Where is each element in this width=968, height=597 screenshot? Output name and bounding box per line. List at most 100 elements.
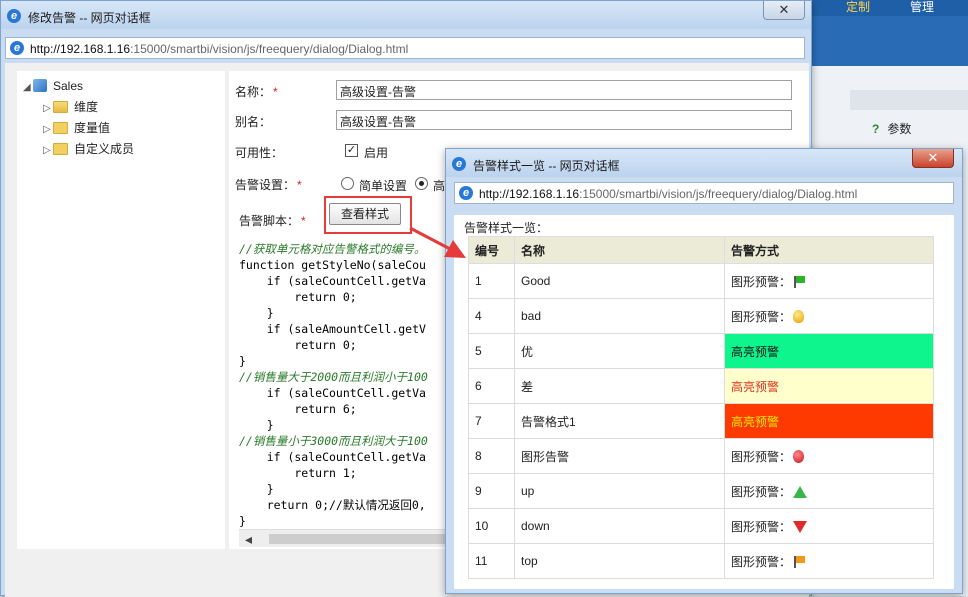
cell-name: down <box>514 508 725 544</box>
alert-style-table: 编号 名称 告警方式 1 Good 图形预警： 4 bad 图形预警： 5 优高亮预警 6 差高亮… <box>468 236 934 579</box>
tree-node-custom-member[interactable]: ▷ 自定义成员 <box>43 140 134 158</box>
background-header <box>812 16 968 66</box>
column-header-name: 名称 <box>514 236 725 264</box>
table-header-row: 编号 名称 告警方式 <box>468 236 934 264</box>
ie-icon: e <box>452 157 466 171</box>
name-input[interactable]: 高级设置-告警 <box>336 80 792 100</box>
dimension-tree: ◢ Sales ▷ 维度 ▷ 度量值 ▷ 自定义成员 <box>17 71 225 549</box>
advanced-setting-radio[interactable] <box>415 177 428 190</box>
name-label: 名称： * <box>235 85 278 99</box>
alias-input[interactable]: 高级设置-告警 <box>336 110 792 130</box>
tree-node-measure[interactable]: ▷ 度量值 <box>43 119 110 137</box>
expand-arrow-icon[interactable]: ▷ <box>43 142 53 160</box>
table-row[interactable]: 5 优高亮预警 <box>468 333 934 369</box>
orange-flag-icon <box>793 555 806 568</box>
cell-mode: 图形预警： <box>724 298 934 334</box>
advanced-setting-label: 高 <box>433 179 446 193</box>
tree-node-sales[interactable]: ◢ Sales <box>23 77 83 95</box>
close-button[interactable]: ✕ <box>912 149 954 168</box>
expand-arrow-icon[interactable]: ▷ <box>43 121 53 139</box>
mode-text: 高亮预警 <box>731 344 780 359</box>
down-arrow-icon <box>793 520 808 533</box>
address-bar: e http://192.168.1.16:15000/smartbi/visi… <box>454 182 954 204</box>
table-row[interactable]: 7 告警格式1 高亮预警 <box>468 403 934 439</box>
cell-mode: 图形预警： <box>724 543 934 579</box>
question-icon: ? <box>872 122 880 136</box>
column-header-no: 编号 <box>468 236 515 264</box>
expand-arrow-icon[interactable]: ▷ <box>43 100 53 118</box>
mode-text: 图形预警： <box>731 309 792 324</box>
mode-text: 图形预警： <box>731 274 792 289</box>
mode-text: 高亮预警 <box>731 379 780 394</box>
cell-no: 5 <box>468 333 515 369</box>
cell-mode: 高亮预警 <box>724 368 934 404</box>
cell-no: 7 <box>468 403 515 439</box>
scroll-left-icon[interactable]: ◂ <box>245 531 252 548</box>
table-row[interactable]: 10 down 图形预警： <box>468 508 934 544</box>
table-row[interactable]: 4 bad 图形预警： <box>468 298 934 334</box>
cell-no: 9 <box>468 473 515 509</box>
cell-no: 8 <box>468 438 515 474</box>
horizontal-scrollbar[interactable]: ◂ <box>239 529 465 547</box>
alert-style-dialog: e 告警样式一览 -- 网页对话框 ✕ e http://192.168.1.1… <box>445 148 963 594</box>
cell-name: up <box>514 473 725 509</box>
alert-script-label: 告警脚本： * <box>239 214 306 228</box>
simple-setting-radio[interactable] <box>341 177 354 190</box>
ie-icon: e <box>10 41 24 55</box>
highlight-box <box>324 196 412 234</box>
enabled-checkbox[interactable]: ✓ <box>345 144 358 157</box>
cell-name: 优 <box>514 333 725 369</box>
cell-name: 差 <box>514 368 725 404</box>
address-url: http://192.168.1.16:15000/smartbi/vision… <box>479 187 858 201</box>
mode-text: 图形预警： <box>731 554 792 569</box>
close-button[interactable]: ✕ <box>763 1 805 20</box>
cell-mode: 图形预警： <box>724 473 934 509</box>
scroll-thumb[interactable] <box>269 534 459 544</box>
table-row[interactable]: 1 Good 图形预警： <box>468 263 934 299</box>
address-url: http://192.168.1.16:15000/smartbi/vision… <box>30 42 409 56</box>
up-arrow-icon <box>793 485 808 498</box>
cell-no: 10 <box>468 508 515 544</box>
cell-name: 告警格式1 <box>514 403 725 439</box>
folder-icon <box>53 143 68 155</box>
alert-setting-label: 告警设置： * <box>235 178 302 192</box>
availability-label: 可用性： <box>235 146 284 160</box>
lightbulb-icon <box>793 309 805 323</box>
ie-icon: e <box>459 186 473 200</box>
cell-mode: 图形预警： <box>724 263 934 299</box>
cell-mode: 高亮预警 <box>724 403 934 439</box>
green-flag-icon <box>793 275 806 288</box>
cell-name: Good <box>514 263 725 299</box>
cell-name: 图形告警 <box>514 438 725 474</box>
red-pin-icon <box>793 449 805 463</box>
cell-name: top <box>514 543 725 579</box>
address-bar: e http://192.168.1.16:15000/smartbi/visi… <box>5 37 805 59</box>
parameter-item[interactable]: ? 参数 <box>872 120 911 137</box>
mode-text: 图形预警： <box>731 449 792 464</box>
tree-node-dimension[interactable]: ▷ 维度 <box>43 98 98 116</box>
table-row[interactable]: 9 up 图形预警： <box>468 473 934 509</box>
cube-icon <box>33 79 47 92</box>
cell-no: 6 <box>468 368 515 404</box>
collapse-arrow-icon[interactable]: ◢ <box>23 79 33 97</box>
alert-style-titlebar[interactable]: e 告警样式一览 -- 网页对话框 ✕ <box>446 149 962 177</box>
manage-menu[interactable]: 管理 <box>910 0 934 14</box>
cell-no: 11 <box>468 543 515 579</box>
cell-no: 4 <box>468 298 515 334</box>
simple-setting-label: 简单设置 <box>359 179 408 193</box>
mode-text: 图形预警： <box>731 519 792 534</box>
enabled-label: 启用 <box>364 146 389 160</box>
table-row[interactable]: 6 差高亮预警 <box>468 368 934 404</box>
background-strip <box>850 90 968 110</box>
alert-style-client: 告警样式一览： 编号 名称 告警方式 1 Good 图形预警： 4 bad 图形预警： 5 优… <box>454 215 954 589</box>
list-title: 告警样式一览： <box>464 221 549 235</box>
column-header-mode: 告警方式 <box>724 236 934 264</box>
table-row[interactable]: 11 top 图形预警： <box>468 543 934 579</box>
customize-menu[interactable]: 定制 <box>846 0 870 14</box>
cell-mode: 图形预警： <box>724 438 934 474</box>
edit-alert-titlebar[interactable]: e 修改告警 -- 网页对话框 ✕ <box>1 1 811 29</box>
table-row[interactable]: 8 图形告警 图形预警： <box>468 438 934 474</box>
cell-mode: 高亮预警 <box>724 333 934 369</box>
dialog-title: 修改告警 -- 网页对话框 <box>28 11 151 25</box>
alias-label: 别名： <box>235 115 272 129</box>
